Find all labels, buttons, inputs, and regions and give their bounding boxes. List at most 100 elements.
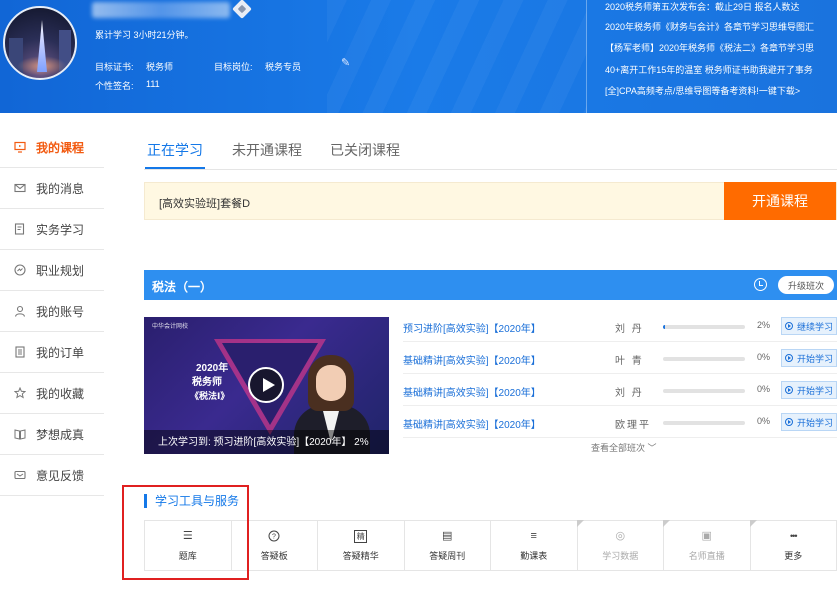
signature-label: 个性签名: bbox=[95, 81, 134, 91]
play-icon[interactable] bbox=[248, 367, 284, 403]
svg-text:?: ? bbox=[272, 533, 276, 540]
corner-mark bbox=[749, 520, 757, 527]
play-circle-icon bbox=[784, 354, 793, 362]
envelope-icon bbox=[14, 182, 26, 194]
sidebar-item-label: 实务学习 bbox=[36, 222, 85, 237]
lesson-title[interactable]: 基础精讲[高效实验]【2020年】 bbox=[403, 416, 541, 431]
sidebar-item-practice[interactable]: 实务学习 bbox=[0, 209, 104, 250]
lesson-progress-text: 0% bbox=[757, 352, 771, 362]
sidebar-item-orders[interactable]: 我的订单 bbox=[0, 332, 104, 373]
tab-learning[interactable]: 正在学习 bbox=[145, 140, 205, 169]
lesson-title[interactable]: 基础精讲[高效实验]【2020年】 bbox=[403, 384, 541, 399]
document-edit-icon bbox=[14, 223, 26, 235]
sidebar-item-label: 我的收藏 bbox=[36, 386, 85, 401]
news-link[interactable]: 40+离开工作15年的温室 税务师证书助我避开了事务 bbox=[605, 63, 837, 76]
lesson-row: 基础精讲[高效实验]【2020年】 叶 青 0% 开始学习 bbox=[403, 342, 837, 374]
news-link[interactable]: [全]CPA高频考点/思维导图等备考资料!一键下载> bbox=[605, 84, 837, 97]
tool-schedule[interactable]: ≡ 勤课表 bbox=[491, 521, 578, 570]
thumb-subject: 《税法Ⅰ》 bbox=[190, 391, 230, 401]
start-study-button[interactable]: 开始学习 bbox=[781, 349, 837, 367]
highlight-box bbox=[122, 485, 249, 580]
open-course-button[interactable]: 开通课程 bbox=[724, 182, 836, 220]
sidebar-item-label: 职业规划 bbox=[36, 263, 85, 278]
tool-label: 学习数据 bbox=[602, 550, 639, 561]
tool-live[interactable]: ▣ 名师直播 bbox=[663, 520, 751, 570]
live-icon: ▣ bbox=[701, 529, 712, 542]
corner-mark bbox=[576, 520, 584, 527]
lesson-progress-bar bbox=[663, 389, 745, 393]
sidebar-item-label: 梦想成真 bbox=[36, 427, 85, 442]
play-circle-icon bbox=[784, 386, 793, 394]
lesson-progress-bar bbox=[663, 357, 745, 361]
news-link[interactable]: 2020年税务师《财务与会计》各章节学习思维导图汇 bbox=[605, 20, 837, 33]
lesson-progress-text: 0% bbox=[757, 416, 771, 426]
view-all-classes-link[interactable]: 查看全部班次 ﹀ bbox=[591, 441, 657, 454]
lesson-progress-text: 0% bbox=[757, 384, 771, 394]
course-video-thumbnail[interactable]: 中华会计网校 2020年 税务师 《税法Ⅰ》 上次学习到: 预习进阶[高效实验]… bbox=[144, 317, 389, 454]
edit-pencil-icon[interactable]: ✎ bbox=[341, 57, 353, 69]
data-icon: ◎ bbox=[615, 529, 626, 542]
sidebar-nav: 我的课程 我的消息 实务学习 职业规划 我的账号 我的订单 我的收藏 梦想成真 … bbox=[0, 127, 104, 496]
start-study-button[interactable]: 开始学习 bbox=[781, 413, 837, 431]
lesson-row: 预习进阶[高效实验]【2020年】 刘 丹 2% 继续学习 bbox=[403, 310, 837, 342]
sidebar-item-label: 我的账号 bbox=[36, 304, 85, 319]
sidebar-item-label: 我的消息 bbox=[36, 181, 85, 196]
upgrade-class-button[interactable]: 升级班次 bbox=[778, 276, 834, 294]
target-post-value: 税务专员 bbox=[265, 62, 302, 72]
lesson-title[interactable]: 预习进阶[高效实验]【2020年】 bbox=[403, 320, 541, 335]
schedule-icon: ≡ bbox=[530, 529, 537, 542]
sidebar-item-feedback[interactable]: 意见反馈 bbox=[0, 455, 104, 496]
sidebar-item-account[interactable]: 我的账号 bbox=[0, 291, 104, 332]
user-icon bbox=[14, 305, 26, 317]
tool-more[interactable]: ••• 更多 bbox=[749, 520, 837, 570]
news-link[interactable]: 【杨军老师】2020年税务师《税法二》各章节学习思 bbox=[605, 41, 837, 54]
sidebar-item-label: 我的课程 bbox=[36, 140, 85, 155]
lesson-teacher: 刘 丹 bbox=[615, 324, 644, 335]
tool-label: 勤课表 bbox=[520, 550, 548, 561]
alarm-clock-icon[interactable] bbox=[754, 278, 767, 291]
course-header: 税法（一） 升级班次 bbox=[144, 270, 837, 300]
tool-label: 答疑板 bbox=[260, 550, 288, 561]
book-icon bbox=[14, 428, 26, 440]
sidebar-item-my-courses[interactable]: 我的课程 bbox=[0, 127, 104, 168]
corner-mark bbox=[663, 520, 670, 527]
lesson-progress-text: 2% bbox=[757, 320, 771, 330]
tool-study-data[interactable]: ◎ 学习数据 bbox=[576, 520, 664, 570]
weekly-icon: ▤ bbox=[442, 529, 453, 542]
thumb-year: 2020年 bbox=[196, 363, 229, 374]
package-bar: [高效实验班]套餐D 开通课程 bbox=[144, 182, 837, 220]
lesson-teacher: 叶 青 bbox=[615, 356, 644, 367]
lesson-row: 基础精讲[高效实验]【2020年】 刘 丹 0% 开始学习 bbox=[403, 374, 837, 406]
avatar[interactable] bbox=[3, 6, 77, 80]
play-circle-icon bbox=[784, 418, 793, 426]
tool-qa-weekly[interactable]: ▤ 答疑周刊 bbox=[405, 521, 491, 570]
play-circle-icon bbox=[784, 322, 793, 330]
target-cert-label: 目标证书: bbox=[95, 62, 134, 72]
sidebar-item-career[interactable]: 职业规划 bbox=[0, 250, 104, 291]
monitor-icon bbox=[14, 141, 26, 153]
more-icon: ••• bbox=[790, 530, 797, 541]
sidebar-item-label: 意见反馈 bbox=[36, 468, 85, 483]
question-icon: ? bbox=[268, 530, 281, 543]
lesson-title[interactable]: 基础精讲[高效实验]【2020年】 bbox=[403, 352, 541, 367]
study-time: 累计学习 3小时21分钟。 bbox=[95, 30, 194, 40]
news-link[interactable]: 2020税务师第五次发布会：截止29日 报名人数达 bbox=[605, 0, 837, 13]
tab-not-opened[interactable]: 未开通课程 bbox=[232, 140, 302, 160]
target-cert-value: 税务师 bbox=[146, 62, 174, 72]
tool-label: 更多 bbox=[784, 550, 803, 561]
continue-study-button[interactable]: 继续学习 bbox=[781, 317, 837, 335]
tool-qa-essence[interactable]: 精 答疑精华 bbox=[318, 521, 405, 570]
sidebar-item-messages[interactable]: 我的消息 bbox=[0, 168, 104, 209]
level-badge-icon bbox=[232, 0, 252, 19]
signature-value: 111 bbox=[146, 79, 160, 89]
start-study-button[interactable]: 开始学习 bbox=[781, 381, 837, 399]
brand-logo-text: 中华会计网校 bbox=[152, 324, 189, 330]
lesson-teacher: 欧理平 bbox=[615, 420, 651, 431]
package-name: [高效实验班]套餐D bbox=[159, 198, 251, 210]
sidebar-item-favorites[interactable]: 我的收藏 bbox=[0, 373, 104, 414]
tool-label: 名师直播 bbox=[688, 550, 725, 561]
header-decoration bbox=[327, 0, 587, 113]
tab-closed[interactable]: 已关闭课程 bbox=[330, 140, 400, 160]
tool-label: 答疑精华 bbox=[342, 550, 379, 561]
sidebar-item-dream[interactable]: 梦想成真 bbox=[0, 414, 104, 455]
